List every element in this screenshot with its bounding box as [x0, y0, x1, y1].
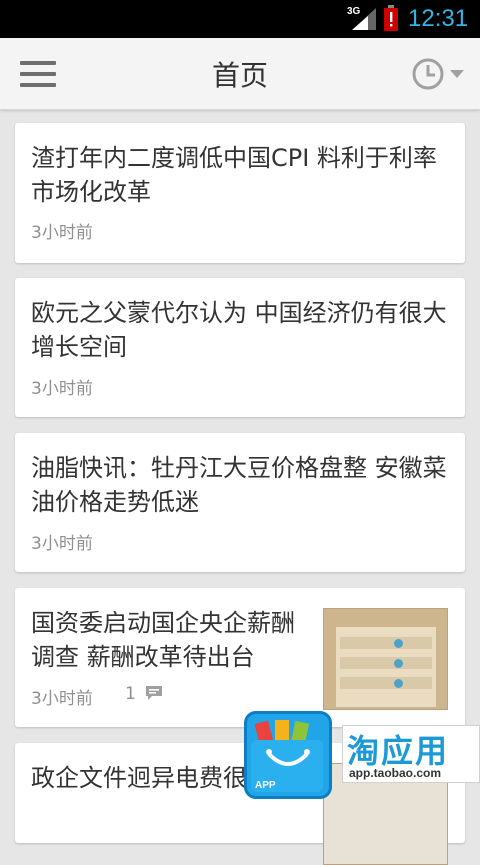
ad-url: app.taobao.com: [349, 766, 442, 780]
article-title: 国资委启动国企央企薪酬调查 薪酬改革待出台: [31, 609, 295, 671]
status-clock: 12:31: [408, 5, 469, 32]
article-title: 油脂快讯：牡丹江大豆价格盘整 安徽菜油价格走势低迷: [31, 454, 447, 516]
hamburger-icon[interactable]: [20, 61, 56, 89]
article-thumbnail: [323, 608, 448, 710]
article-time: 3小时前: [31, 534, 93, 554]
news-card[interactable]: 欧元之父蒙代尔认为 中国经济仍有很大增长空间 3小时前: [15, 278, 465, 417]
bag-label: APP: [255, 780, 276, 791]
ad-text-panel: 淘应用 app.taobao.com: [342, 725, 480, 783]
article-title: 渣打年内二度调低中国CPI 料利于利率市场化改革: [31, 144, 437, 206]
article-time: 3小时前: [31, 223, 93, 243]
news-card[interactable]: 渣打年内二度调低中国CPI 料利于利率市场化改革 3小时前: [15, 123, 465, 263]
bag-graphic: APP: [251, 720, 323, 792]
article-title: 欧元之父蒙代尔认为 中国经济仍有很大增长空间: [31, 299, 447, 361]
clock-icon[interactable]: [410, 56, 468, 92]
comment-icon: [146, 686, 163, 700]
taobao-app-badge[interactable]: APP 淘应用 app.taobao.com: [240, 705, 480, 800]
status-bar: 3G 12:31: [0, 0, 480, 38]
article-time: 3小时前: [31, 379, 93, 399]
app-bar: 首页: [0, 38, 480, 110]
news-card[interactable]: 油脂快讯：牡丹江大豆价格盘整 安徽菜油价格走势低迷 3小时前: [15, 433, 465, 572]
comment-count-value: 1: [125, 684, 136, 704]
comment-count: 1: [125, 684, 163, 704]
battery-icon: [384, 5, 398, 31]
page-title: 首页: [211, 59, 268, 92]
article-time: 3小时前: [31, 689, 93, 709]
signal-icon: [352, 8, 376, 30]
shopping-bag-icon: APP: [244, 711, 332, 799]
